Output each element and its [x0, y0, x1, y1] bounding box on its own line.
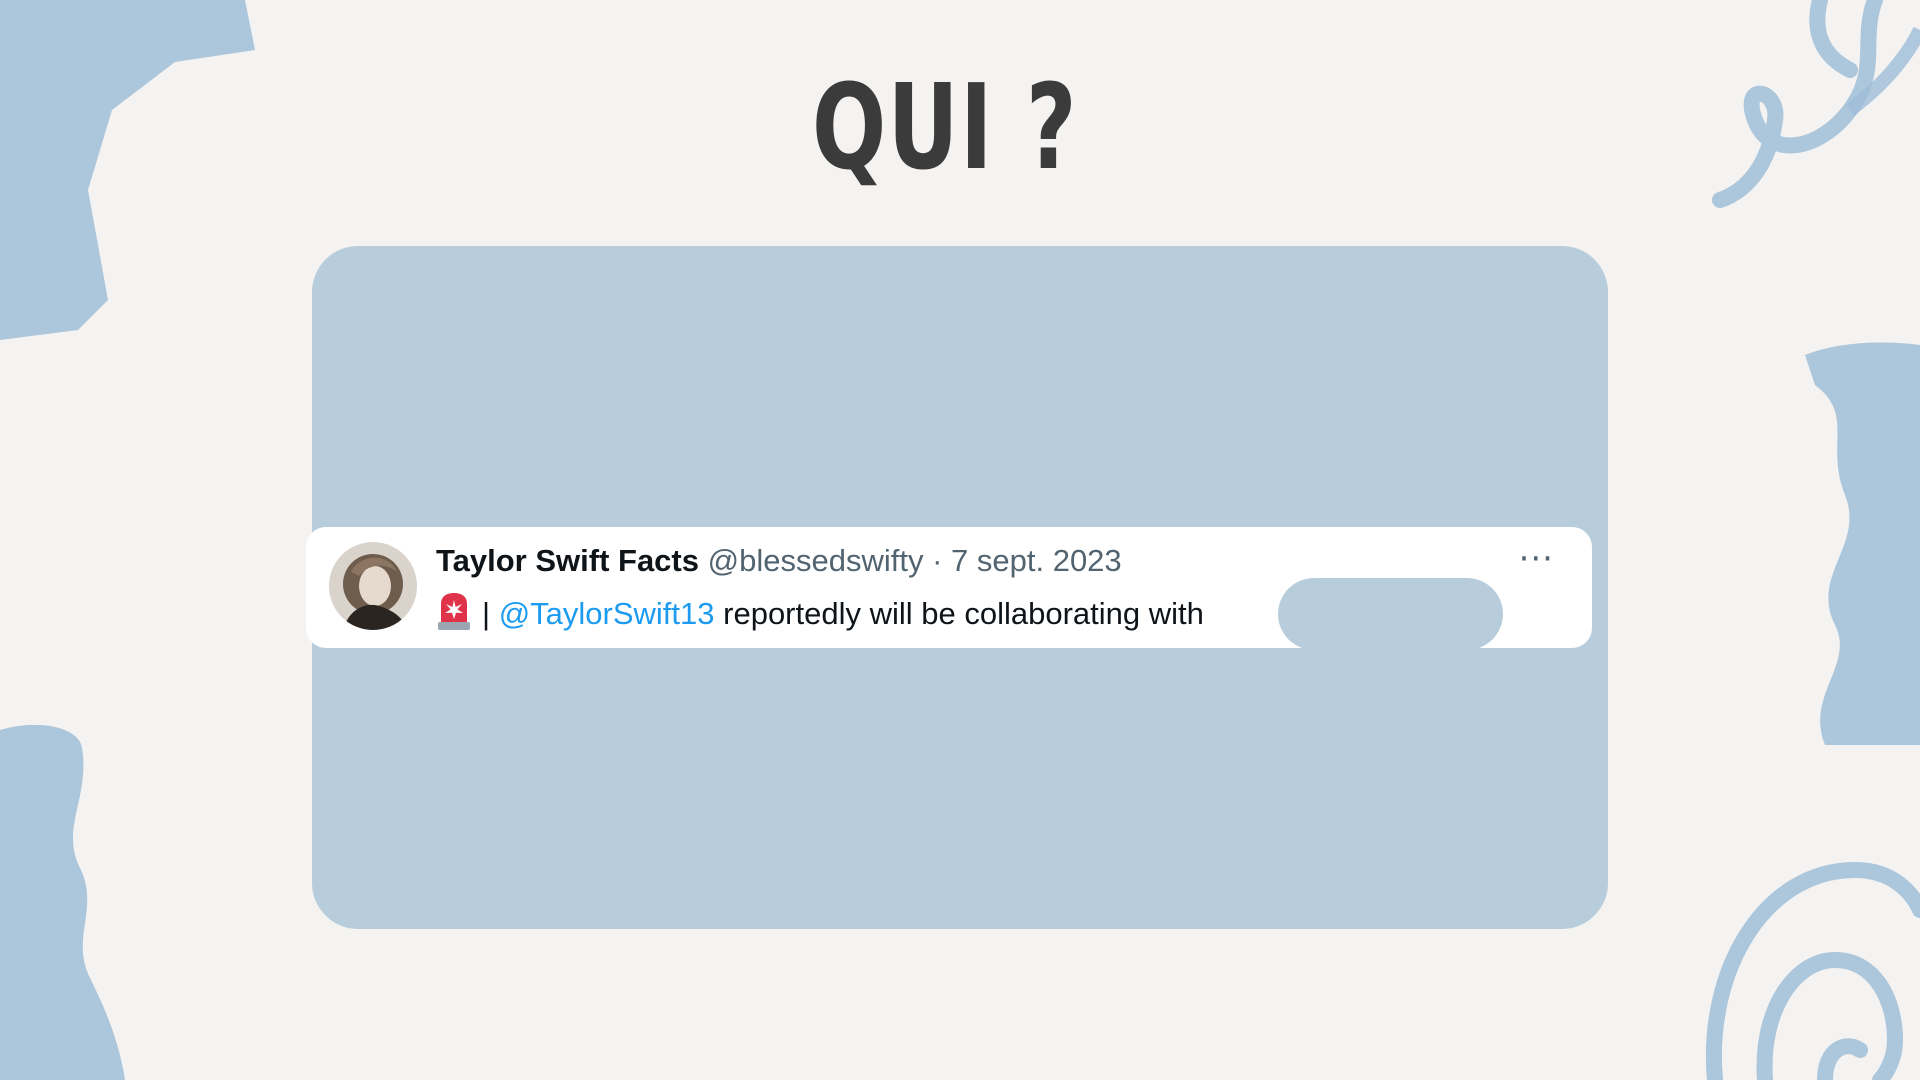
redacted-highlight	[1278, 578, 1503, 650]
more-options-button[interactable]: ···	[1519, 542, 1554, 576]
tweet-header: Taylor Swift Facts @blessedswifty · 7 se…	[436, 543, 1122, 579]
author-handle[interactable]: @blessedswifty	[708, 543, 924, 578]
tweet-date[interactable]: 7 sept. 2023	[951, 543, 1122, 578]
mention-link[interactable]: @TaylorSwift13	[499, 596, 715, 631]
watercolor-squiggle-top-right	[1712, 0, 1920, 208]
author-name[interactable]: Taylor Swift Facts	[436, 543, 699, 578]
watercolor-spiral-bottom-right	[1705, 861, 1920, 1080]
slide-title: QUI ?	[811, 58, 1079, 196]
tweet[interactable]: Taylor Swift Facts @blessedswifty · 7 se…	[306, 527, 1592, 650]
profile-photo-icon[interactable]	[329, 542, 417, 630]
pipe-separator: |	[482, 596, 491, 631]
tweet-body-text: reportedly will be collaborating with	[723, 596, 1204, 631]
rotating-light-icon	[438, 593, 470, 630]
tweet-text: | @TaylorSwift13 reportedly will be coll…	[436, 592, 1204, 632]
watercolor-blob-top-left	[0, 0, 255, 340]
meta-separator: ·	[932, 543, 943, 578]
watercolor-wave-bottom-left	[0, 724, 125, 1080]
watercolor-wave-right	[1805, 342, 1920, 745]
